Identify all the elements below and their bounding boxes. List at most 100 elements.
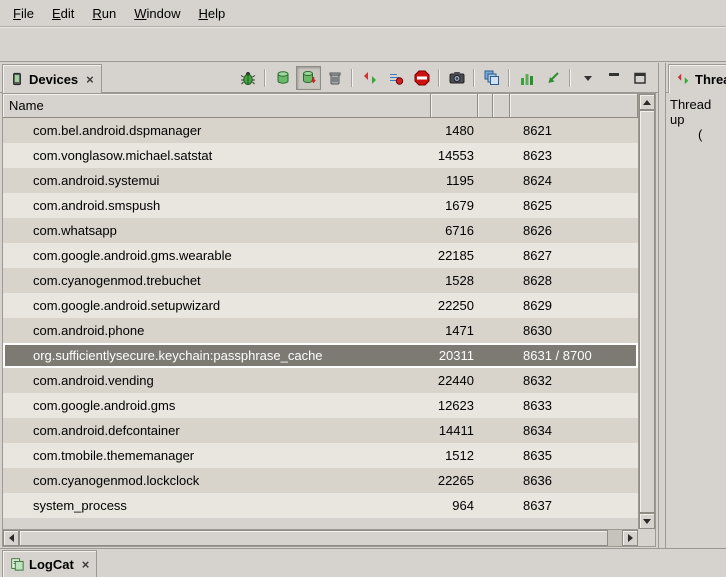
threads-content: Thread up ( [666,93,726,146]
process-name: com.android.systemui [3,173,431,188]
process-name: com.android.vending [3,373,431,388]
minimize-icon[interactable] [601,66,626,90]
process-name: com.tmobile.thememanager [3,448,431,463]
close-icon[interactable]: × [86,73,94,86]
process-name: com.android.defcontainer [3,423,431,438]
main-toolbar [0,27,726,62]
tab-threads[interactable]: Threads [668,64,726,93]
arrow-left-icon [9,534,14,542]
process-debug-port: 8634 [510,423,638,438]
tab-logcat[interactable]: LogCat × [2,550,97,577]
process-row[interactable]: com.android.smspush16798625 [3,193,638,218]
process-debug-port: 8628 [510,273,638,288]
vertical-scroll-thumb[interactable] [639,110,655,513]
toolbar-separator [508,69,510,87]
process-row[interactable]: com.google.android.setupwizard222508629 [3,293,638,318]
menu-file[interactable]: File [4,0,43,26]
menubar: FileEditRunWindowHelp [0,0,726,27]
stop-process-icon[interactable] [409,66,434,90]
process-row[interactable]: com.bel.android.dspmanager14808621 [3,118,638,143]
arrow-up-icon [643,100,651,105]
view-menu-icon[interactable] [575,66,600,90]
process-pid: 22265 [431,473,478,488]
column-header-name[interactable]: Name [3,94,431,118]
column-header-3[interactable] [478,94,493,118]
menu-window[interactable]: Window [125,0,189,26]
process-row[interactable]: org.sufficientlysecure.keychain:passphra… [3,343,638,368]
process-pid: 14553 [431,148,478,163]
process-row[interactable]: system_process9648637 [3,493,638,518]
process-debug-port: 8635 [510,448,638,463]
scroll-down-button[interactable] [639,513,655,529]
process-row[interactable]: com.cyanogenmod.trebuchet15288628 [3,268,638,293]
main-area: Devices × Name com.bel.android.dspmanage… [0,63,726,548]
process-pid: 22185 [431,248,478,263]
toolbar-separator [569,69,571,87]
process-row[interactable]: com.whatsapp67168626 [3,218,638,243]
bottom-bar: LogCat × [0,548,726,577]
process-name: com.bel.android.dspmanager [3,123,431,138]
debug-icon[interactable] [235,66,260,90]
arrow-right-icon [628,534,633,542]
process-row[interactable]: com.tmobile.thememanager1512 8635 [3,443,638,468]
process-row[interactable]: com.cyanogenmod.lockclock222658636 [3,468,638,493]
process-pid: 14411 [431,423,478,438]
process-row[interactable]: com.android.vending224408632 [3,368,638,393]
process-pid: 1512 [431,448,478,463]
horizontal-scroll-thumb[interactable] [19,530,608,546]
process-debug-port: 8633 [510,398,638,413]
column-header-pid[interactable] [431,94,478,118]
scroll-right-button[interactable] [622,530,638,546]
device-table-rows: com.bel.android.dspmanager14808621com.vo… [3,118,638,529]
opengl-trace-icon[interactable] [540,66,565,90]
process-debug-port: 8630 [510,323,638,338]
process-name: com.vonglasow.michael.satstat [3,148,431,163]
process-pid: 12623 [431,398,478,413]
toolbar-separator [438,69,440,87]
process-debug-port: 8626 [510,223,638,238]
process-row[interactable]: com.android.systemui11958624 [3,168,638,193]
scroll-up-button[interactable] [639,94,655,110]
menu-edit[interactable]: Edit [43,0,83,26]
column-header-port[interactable] [510,94,638,118]
process-pid: 964 [431,498,478,513]
process-debug-port: 8624 [510,173,638,188]
maximize-icon[interactable] [627,66,652,90]
process-name: com.android.smspush [3,198,431,213]
process-name: com.cyanogenmod.trebuchet [3,273,431,288]
tab-threads-label: Threads [695,72,726,87]
method-profiling-icon[interactable] [383,66,408,90]
tab-devices[interactable]: Devices × [2,64,102,93]
menu-help[interactable]: Help [189,0,234,26]
column-header-4[interactable] [493,94,510,118]
process-row[interactable]: com.google.android.gms126238633 [3,393,638,418]
system-info-icon[interactable] [514,66,539,90]
close-icon[interactable]: × [82,558,90,571]
process-row[interactable]: com.google.android.gms.wearable22185 8627 [3,243,638,268]
threads-message-continued: ( [670,127,722,142]
horizontal-scrollbar[interactable] [3,529,638,546]
vertical-scrollbar[interactable] [638,94,655,529]
process-row[interactable]: com.vonglasow.michael.satstat145538623 [3,143,638,168]
dump-hprof-icon[interactable] [296,66,321,90]
scrollbar-corner [638,529,655,546]
device-phone-icon [10,72,24,86]
process-row[interactable]: com.android.defcontainer14411 8634 [3,418,638,443]
update-heap-icon[interactable] [270,66,295,90]
update-threads-icon[interactable] [357,66,382,90]
device-table: Name com.bel.android.dspmanager14808621c… [2,93,656,547]
process-row[interactable]: com.android.phone14718630 [3,318,638,343]
view-hierarchy-icon[interactable] [479,66,504,90]
toolbar-separator [473,69,475,87]
tab-devices-label: Devices [29,72,78,87]
screen-capture-icon[interactable] [444,66,469,90]
process-name: com.google.android.gms.wearable [3,248,431,263]
devices-toolbar [235,63,658,92]
menu-run[interactable]: Run [83,0,125,26]
cause-gc-icon[interactable] [322,66,347,90]
scroll-left-button[interactable] [3,530,19,546]
process-name: com.whatsapp [3,223,431,238]
process-pid: 1471 [431,323,478,338]
process-debug-port: 8627 [510,248,638,263]
process-name: system_process [3,498,431,513]
